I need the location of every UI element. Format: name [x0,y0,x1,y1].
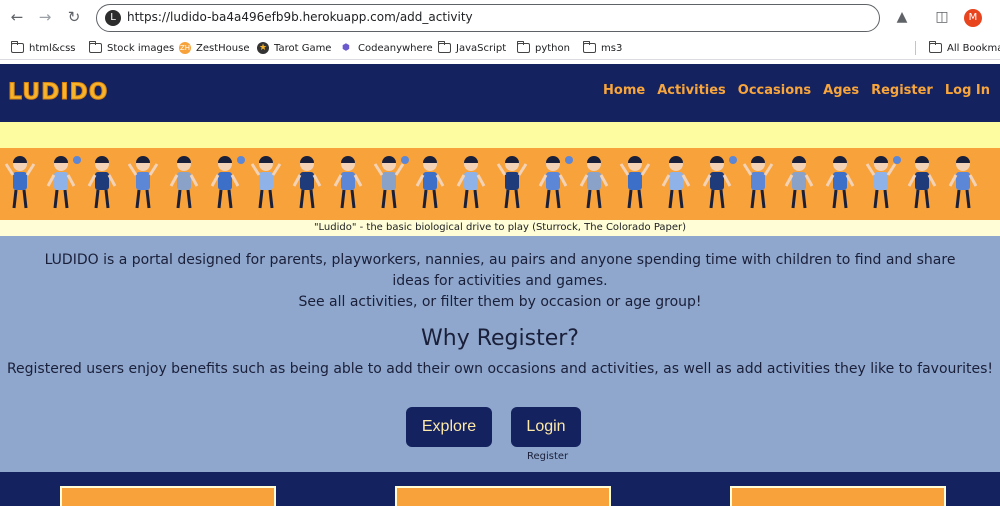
profile-avatar[interactable]: M [964,9,982,27]
address-bar[interactable]: L https://ludido-ba4a496efb9b.herokuapp.… [96,4,880,32]
nav-activities[interactable]: Activities [657,83,726,98]
child-figure [784,156,814,209]
bookmark-javascript[interactable]: JavaScript [437,39,506,57]
category-card[interactable] [730,486,946,506]
child-figure [538,156,573,209]
folder-icon [437,41,451,54]
bookmark-tarot-game[interactable]: ★ Tarot Game [257,39,331,57]
browser-toolbar: ← → ↻ L https://ludido-ba4a496efb9b.hero… [0,0,1000,36]
folder-icon [10,41,24,54]
benefits-text: Registered users enjoy benefits such as … [6,361,994,377]
ball-icon [73,156,81,164]
back-arrow-icon[interactable]: ← [6,6,28,28]
bookmark-python[interactable]: python [516,39,570,57]
all-bookmarks-button[interactable]: All Bookmar [928,39,1000,57]
bookmark-html-css[interactable]: html&css [10,39,76,57]
child-figure [702,156,737,209]
nav-register[interactable]: Register [871,83,933,98]
site-header: LUDIDO Home Activities Occasions Ages Re… [0,64,1000,122]
ball-icon [237,156,245,164]
child-figure [619,156,651,209]
nav-occasions[interactable]: Occasions [738,83,811,98]
register-link[interactable]: Register [527,451,568,462]
child-figure [661,156,691,209]
child-figure [4,156,36,209]
child-figure [210,156,245,209]
child-figure [456,156,486,209]
child-figure [127,156,159,209]
site-logo[interactable]: LUDIDO [8,80,109,106]
ball-icon [565,156,573,164]
child-figure [373,156,409,209]
kids-banner-image [0,148,1000,220]
site-nav: Home Activities Occasions Ages Register … [603,83,990,98]
explore-button[interactable]: Explore [406,407,492,447]
child-figure [579,156,609,209]
child-figure [825,156,855,209]
ball-icon [893,156,901,164]
child-figure [948,156,978,209]
folder-icon [928,41,942,54]
extensions-icon[interactable]: ▲ [892,7,912,27]
ball-icon [729,156,737,164]
kids-illustration [4,156,978,209]
ball-icon [401,156,409,164]
nav-log-in[interactable]: Log In [945,83,990,98]
bookmark-zesthouse[interactable]: ZH ZestHouse [179,39,249,57]
intro-line-1: LUDIDO is a portal designed for parents,… [44,252,956,289]
intro-line-2: See all activities, or filter them by oc… [298,294,702,310]
child-figure [87,156,117,209]
child-figure [415,156,445,209]
folder-icon [516,41,530,54]
bookmark-stock-images[interactable]: Stock images [88,39,174,57]
child-figure [907,156,937,209]
bookmarks-bar: html&css Stock images ZH ZestHouse ★ Tar… [0,36,1000,60]
forward-arrow-icon[interactable]: → [34,6,56,28]
why-register-heading: Why Register? [421,326,579,351]
category-card[interactable] [395,486,611,506]
child-figure [333,156,363,209]
site-info-icon[interactable]: L [105,10,121,26]
child-figure [46,156,81,209]
yellow-strip [0,122,1000,148]
folder-icon [88,41,102,54]
child-figure [169,156,199,209]
child-figure [250,156,282,209]
intro-text: LUDIDO is a portal designed for parents,… [30,250,970,313]
category-card[interactable] [60,486,276,506]
tarot-icon: ★ [257,42,269,54]
bookmark-codeanywhere[interactable]: ⬢ Codeanywhere [339,39,433,57]
child-figure [865,156,901,209]
reload-icon[interactable]: ↻ [63,6,85,28]
folder-icon [582,41,596,54]
child-figure [742,156,774,209]
child-figure [292,156,322,209]
nav-ages[interactable]: Ages [823,83,859,98]
banner-caption: "Ludido" - the basic biological drive to… [0,220,1000,236]
nav-home[interactable]: Home [603,83,645,98]
url-text[interactable]: https://ludido-ba4a496efb9b.herokuapp.co… [127,10,473,24]
side-panel-icon[interactable]: ◫ [932,7,952,27]
zesthouse-icon: ZH [179,42,191,54]
bookmarks-separator [915,41,916,55]
bookmark-ms3[interactable]: ms3 [582,39,622,57]
codeanywhere-icon: ⬢ [342,43,350,53]
login-button[interactable]: Login [511,407,581,447]
main-content: LUDIDO is a portal designed for parents,… [0,236,1000,472]
child-figure [496,156,528,209]
